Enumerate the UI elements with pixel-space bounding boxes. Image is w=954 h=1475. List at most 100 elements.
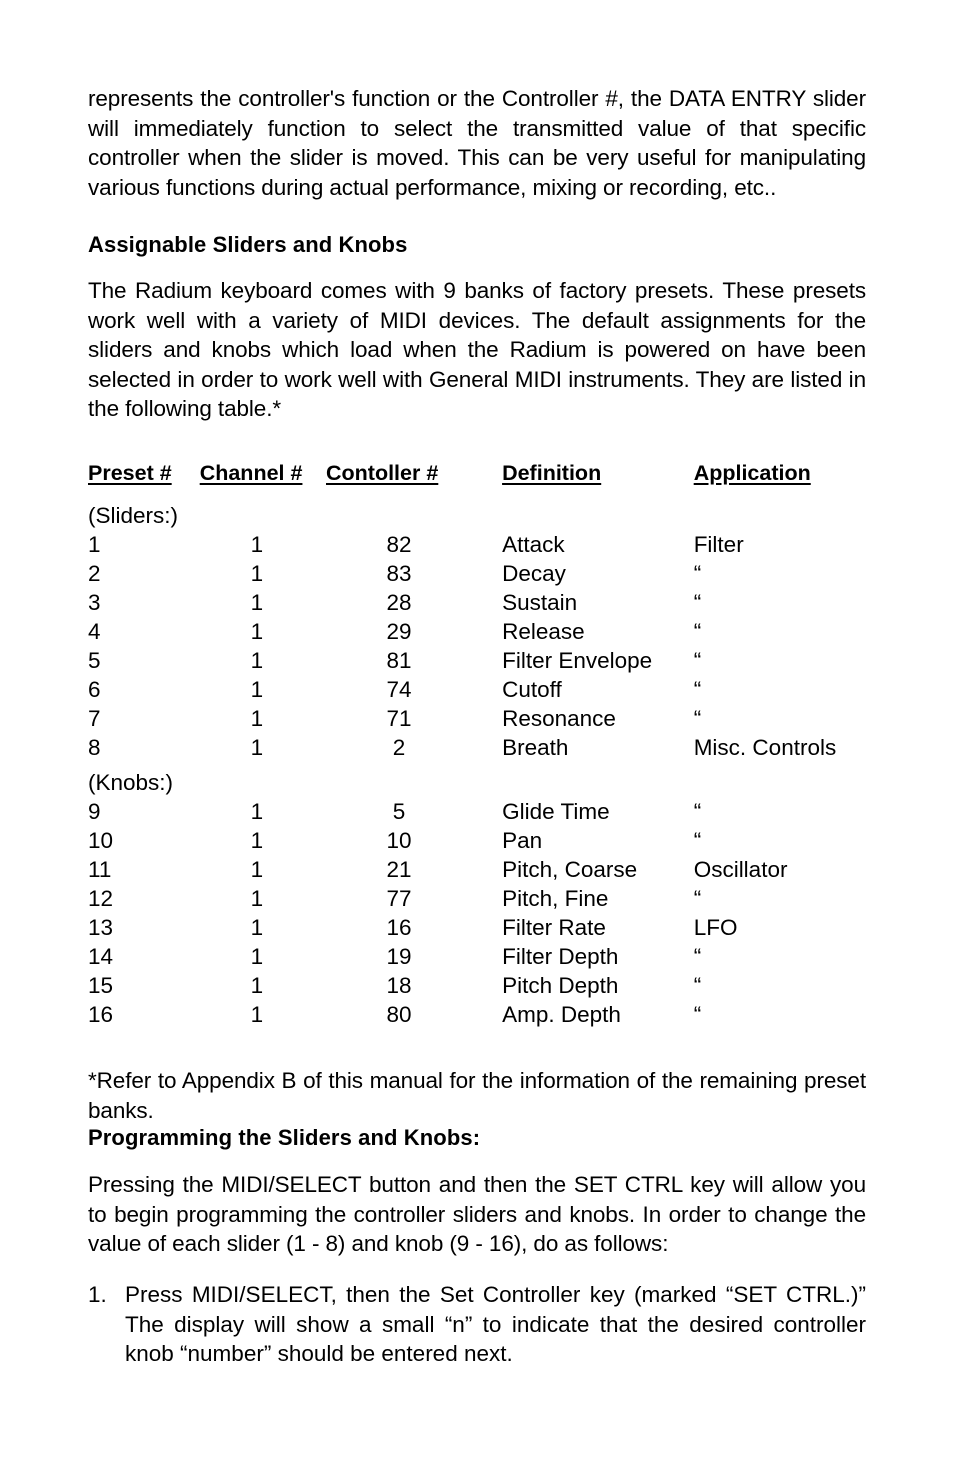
intro-paragraph: represents the controller's function or …: [88, 86, 866, 200]
table-row: 7 1 71 Resonance “: [88, 704, 866, 733]
controller-assignment-table: Preset # Channel # Contoller # Definitio…: [88, 459, 866, 1029]
group-label-sliders: (Sliders:): [88, 501, 866, 530]
cell-controller: 19: [386, 944, 412, 969]
cell-controller: 81: [386, 648, 412, 673]
footnote-text: *Refer to Appendix B of this manual for …: [88, 1068, 866, 1123]
heading-assignable-sliders: Assignable Sliders and Knobs: [88, 232, 408, 257]
cell-definition: Filter Rate: [502, 915, 606, 940]
document-page: represents the controller's function or …: [88, 0, 866, 1475]
programming-paragraph: Pressing the MIDI/SELECT button and then…: [88, 1172, 866, 1256]
cell-definition: Pitch, Fine: [502, 886, 609, 911]
cell-definition: Cutoff: [502, 677, 562, 702]
programming-paragraph-block: Pressing the MIDI/SELECT button and then…: [88, 1170, 866, 1259]
cell-preset: 15: [88, 973, 114, 998]
cell-channel: 1: [250, 677, 264, 702]
table-row: 3 1 28 Sustain “: [88, 588, 866, 617]
cell-controller: 10: [386, 828, 412, 853]
cell-controller: 5: [392, 799, 406, 824]
cell-application: “: [672, 559, 866, 588]
cell-definition: Decay: [502, 561, 566, 586]
cell-controller: 80: [386, 1002, 412, 1027]
cell-definition: Pan: [502, 828, 543, 853]
cell-channel: 1: [250, 828, 264, 853]
cell-definition: Amp. Depth: [502, 1002, 621, 1027]
table-header: Preset # Channel # Contoller # Definitio…: [88, 459, 866, 501]
cell-controller: 71: [386, 706, 412, 731]
cell-preset: 2: [88, 561, 101, 586]
heading-programming-block: Programming the Sliders and Knobs:: [88, 1124, 866, 1152]
cell-controller: 82: [386, 532, 412, 557]
ditto-mark: “: [693, 973, 702, 998]
cell-preset: 14: [88, 944, 114, 969]
presets-paragraph-block: The Radium keyboard comes with 9 banks o…: [88, 276, 866, 424]
cell-preset: 1: [88, 532, 101, 557]
cell-channel: 1: [250, 799, 264, 824]
ditto-mark: “: [693, 619, 702, 644]
cell-preset: 12: [88, 886, 114, 911]
cell-application: Oscillator: [693, 857, 788, 882]
cell-channel: 1: [250, 561, 264, 586]
cell-channel: 1: [250, 532, 264, 557]
cell-preset: 8: [88, 735, 101, 760]
cell-definition: Filter Envelope: [502, 648, 653, 673]
step-item: 1. Press MIDI/SELECT, then the Set Contro…: [88, 1280, 866, 1369]
ditto-mark: “: [693, 561, 702, 586]
group-label-knobs-text: (Knobs:): [88, 770, 174, 795]
cell-preset: 11: [88, 857, 112, 882]
cell-controller: 16: [386, 915, 412, 940]
cell-controller: 28: [386, 590, 412, 615]
header-preset: Preset #: [88, 461, 172, 485]
table-row: 10 1 10 Pan “: [88, 826, 866, 855]
cell-channel: 1: [250, 735, 264, 760]
controller-assignment-table-block: Preset # Channel # Contoller # Definitio…: [88, 459, 866, 1029]
cell-definition: Resonance: [502, 706, 616, 731]
cell-channel: 1: [250, 857, 264, 882]
cell-preset: 6: [88, 677, 101, 702]
ditto-mark: “: [693, 1002, 702, 1027]
table-row: 11 1 21 Pitch, Coarse Oscillator: [88, 855, 866, 884]
cell-preset: 10: [88, 828, 114, 853]
ditto-mark: “: [693, 799, 702, 824]
cell-channel: 1: [250, 619, 264, 644]
cell-channel: 1: [250, 944, 264, 969]
table-body: (Sliders:) 1 1 82 Attack Filter 2 1 83 Decay “3 1 28…: [88, 501, 866, 1029]
cell-application: “: [672, 704, 866, 733]
cell-definition: Release: [502, 619, 585, 644]
cell-application: “: [672, 588, 866, 617]
cell-application: Filter: [693, 532, 744, 557]
cell-application: “: [672, 797, 866, 826]
table-row: 14 1 19 Filter Depth “: [88, 942, 866, 971]
cell-controller: 77: [386, 886, 412, 911]
cell-controller: 83: [386, 561, 412, 586]
cell-preset: 9: [88, 799, 101, 824]
cell-application: “: [672, 826, 866, 855]
cell-channel: 1: [250, 706, 264, 731]
intro-paragraph-block: represents the controller's function or …: [88, 84, 866, 202]
table-row: 13 1 16 Filter Rate LFO: [88, 913, 866, 942]
cell-preset: 7: [88, 706, 101, 731]
step-marker: 1.: [88, 1282, 107, 1307]
cell-channel: 1: [250, 1002, 264, 1027]
table-row: 9 1 5 Glide Time “: [88, 797, 866, 826]
ditto-mark: “: [693, 944, 702, 969]
cell-definition: Pitch, Coarse: [502, 857, 638, 882]
cell-channel: 1: [250, 886, 264, 911]
cell-application: “: [672, 942, 866, 971]
cell-channel: 1: [250, 915, 264, 940]
group-label-sliders-text: (Sliders:): [88, 503, 179, 528]
cell-definition: Sustain: [502, 590, 578, 615]
table-row: 15 1 18 Pitch Depth “: [88, 971, 866, 1000]
steps-block: 1. Press MIDI/SELECT, then the Set Contro…: [88, 1280, 866, 1369]
cell-channel: 1: [250, 648, 264, 673]
cell-definition: Glide Time: [502, 799, 610, 824]
cell-controller: 21: [386, 857, 412, 882]
cell-application: “: [672, 646, 866, 675]
ditto-mark: “: [693, 677, 702, 702]
cell-definition: Pitch Depth: [502, 973, 619, 998]
header-application: Application: [693, 461, 811, 485]
cell-application: “: [672, 1000, 866, 1029]
table-row: 2 1 83 Decay “: [88, 559, 866, 588]
cell-preset: 16: [88, 1002, 114, 1027]
table-row: 4 1 29 Release “: [88, 617, 866, 646]
ditto-mark: “: [693, 828, 702, 853]
